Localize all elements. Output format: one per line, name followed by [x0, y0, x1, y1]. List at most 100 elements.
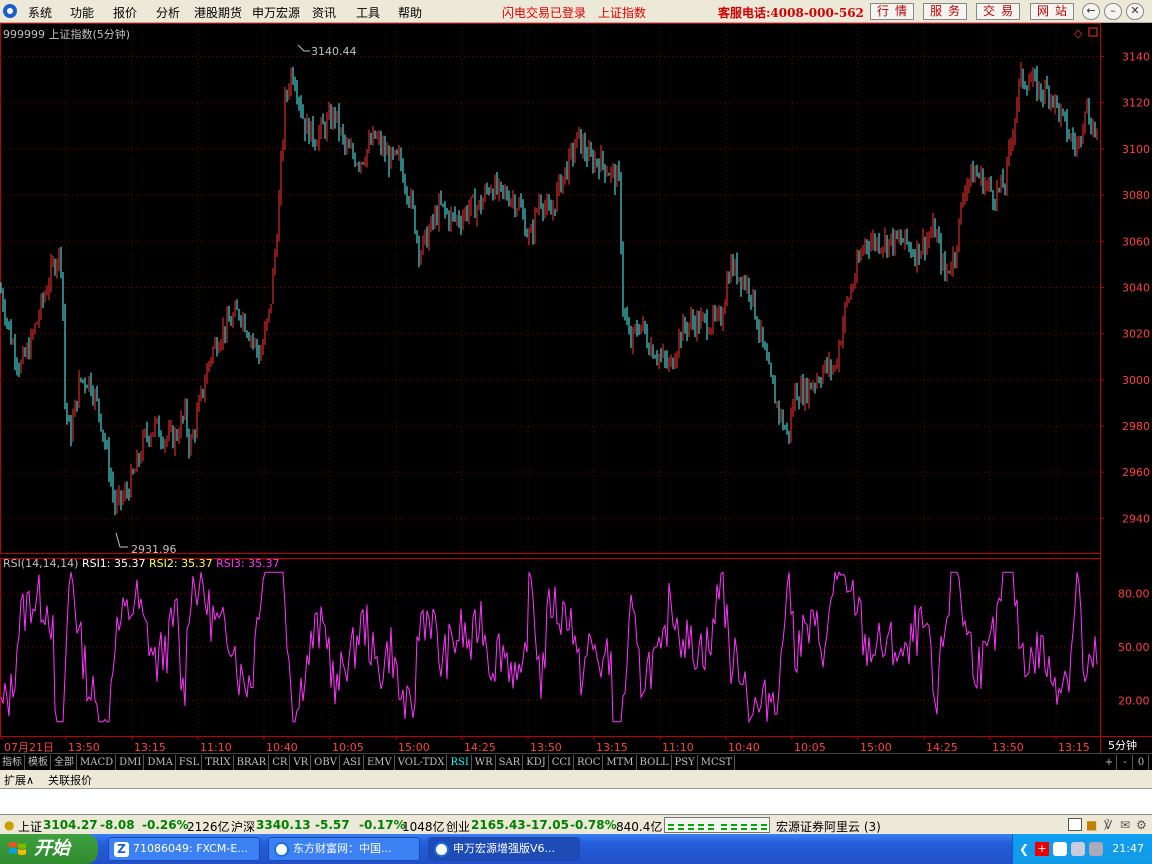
- rsi-tick-label: 50.00: [1118, 641, 1150, 654]
- menu-help[interactable]: 帮助: [398, 4, 422, 21]
- time-label: 14:25: [464, 741, 496, 753]
- kline-chart[interactable]: 3140 3120 3100 3080 3060 3040 3020 3000 2980 2960…: [0, 23, 1152, 753]
- tab-fsl[interactable]: FSL: [177, 755, 203, 770]
- task-label: 申万宏源增强版V6...: [453, 842, 556, 855]
- tray-security-icon[interactable]: +: [1035, 842, 1049, 856]
- tab-cr[interactable]: CR: [270, 755, 291, 770]
- task-fxcm[interactable]: Z 71086049: FXCM-E...: [108, 837, 260, 861]
- tab-macd[interactable]: MACD: [78, 755, 117, 770]
- tab-指标[interactable]: 指标: [0, 755, 25, 770]
- tab-emv[interactable]: EMV: [365, 755, 395, 770]
- tab-rsi[interactable]: RSI: [448, 755, 472, 770]
- tab-全部[interactable]: 全部: [52, 755, 77, 770]
- max-price-label: 3140.44: [311, 45, 357, 58]
- tab-sar[interactable]: SAR: [497, 755, 524, 770]
- back-icon[interactable]: ←: [1082, 3, 1100, 20]
- quote-button[interactable]: 行情: [870, 3, 914, 20]
- clock[interactable]: 21:47: [1112, 842, 1144, 855]
- rsi-header: RSI(14,14,14) RSI1: 35.37 RSI2: 35.37 RS…: [3, 557, 280, 570]
- time-label: 10:40: [266, 741, 298, 753]
- price-tick-label: 3120: [1122, 97, 1150, 110]
- settings-icon[interactable]: ⚙: [1136, 818, 1147, 832]
- tab-psy[interactable]: PSY: [673, 755, 698, 770]
- tab-brar[interactable]: BRAR: [235, 755, 270, 770]
- tab-control-0[interactable]: +: [1102, 755, 1117, 770]
- menu-tools[interactable]: 工具: [356, 4, 380, 21]
- tab-vr[interactable]: VR: [291, 755, 312, 770]
- price-tick-label: 3100: [1122, 143, 1150, 156]
- tab-kdj[interactable]: KDJ: [524, 755, 549, 770]
- tab-roc[interactable]: ROC: [575, 755, 604, 770]
- sh-value: 3104.27: [43, 818, 98, 832]
- chart-area[interactable]: 3140 3120 3100 3080 3060 3040 3020 3000 2980 2960…: [0, 23, 1152, 753]
- expand-tab[interactable]: 扩展∧: [4, 772, 34, 788]
- sh-amount: 2126亿: [187, 820, 230, 834]
- tab-mcst[interactable]: MCST: [699, 755, 736, 770]
- tab-trix[interactable]: TRIX: [203, 755, 234, 770]
- menu-quote[interactable]: 报价: [113, 4, 137, 21]
- tab-vol-tdx[interactable]: VOL-TDX: [396, 755, 448, 770]
- time-label: 10:40: [728, 741, 760, 753]
- tray-volume-icon[interactable]: [1089, 842, 1103, 856]
- menu-info[interactable]: 资讯: [312, 4, 336, 21]
- tab-boll[interactable]: BOLL: [638, 755, 672, 770]
- tab-模板[interactable]: 模板: [26, 755, 51, 770]
- tab-control-2[interactable]: 0: [1134, 755, 1149, 770]
- rsi1-value: RSI1: 35.37: [81, 557, 146, 570]
- signal-icon: ℣: [1104, 818, 1113, 832]
- cy-change: -17.05: [526, 818, 569, 832]
- task-eastmoney[interactable]: 东方财富网：中国...: [268, 837, 420, 861]
- task-label: 东方财富网：中国...: [293, 842, 392, 855]
- tab-mtm[interactable]: MTM: [604, 755, 637, 770]
- diamond-icon: ◇: [1074, 27, 1083, 40]
- menu-hk-futures[interactable]: 港股期货: [194, 4, 242, 21]
- login-status: 闪电交易已登录: [502, 6, 587, 20]
- windows-logo-icon: [9, 842, 26, 855]
- sh-pct: -0.26%: [142, 818, 189, 832]
- menu-system[interactable]: 系统: [28, 4, 52, 21]
- menu-analysis[interactable]: 分析: [156, 4, 180, 21]
- tab-cci[interactable]: CCI: [550, 755, 574, 770]
- related-quote-tab[interactable]: 关联报价: [48, 772, 92, 788]
- price-tick-label: 3000: [1122, 374, 1150, 387]
- time-label: 15:00: [398, 741, 430, 753]
- tab-dmi[interactable]: DMI: [117, 755, 145, 770]
- price-tick-label: 3060: [1122, 235, 1150, 248]
- tab-obv[interactable]: OBV: [312, 755, 340, 770]
- menu-swhy[interactable]: 申万宏源: [252, 4, 300, 21]
- time-label: 10:05: [332, 741, 364, 753]
- candles: [0, 62, 1098, 516]
- service-button[interactable]: 服务: [923, 3, 967, 20]
- start-button[interactable]: 开始: [0, 834, 98, 864]
- layout-icon[interactable]: [1068, 818, 1082, 831]
- tray-shield-icon[interactable]: [1053, 842, 1067, 856]
- trade-button[interactable]: 交易: [976, 3, 1020, 20]
- hotline: 客服电话:4008-000-562: [718, 6, 864, 20]
- website-button[interactable]: 网站: [1030, 3, 1074, 20]
- windows-taskbar: 开始 Z 71086049: FXCM-E... 东方财富网：中国... 申万宏…: [0, 834, 1152, 864]
- time-label: 14:25: [926, 741, 958, 753]
- message-icon[interactable]: ✉: [1120, 818, 1130, 832]
- tab-wr[interactable]: WR: [473, 755, 496, 770]
- tab-asi[interactable]: ASI: [341, 755, 364, 770]
- time-label: 13:15: [1058, 741, 1090, 753]
- task-swhy[interactable]: 申万宏源增强版V6...: [428, 837, 580, 861]
- min-price-label: 2931.96: [131, 543, 177, 556]
- rsi3-value: RSI3: 35.37: [216, 557, 280, 570]
- hs-value: 3340.13: [256, 818, 311, 832]
- tray-chevron-icon[interactable]: ❮: [1019, 842, 1029, 856]
- info-panel: [0, 788, 1152, 814]
- tab-control-1[interactable]: -: [1118, 755, 1133, 770]
- price-tick-label: 2960: [1122, 466, 1150, 479]
- menu-function[interactable]: 功能: [70, 4, 94, 21]
- minimize-icon[interactable]: –: [1104, 3, 1122, 20]
- lock-icon[interactable]: ■: [1086, 818, 1097, 832]
- period-label[interactable]: 5分钟: [1108, 737, 1137, 753]
- server-name[interactable]: 宏源证券阿里云 (3): [776, 818, 881, 835]
- tray-network-icon[interactable]: [1071, 842, 1085, 856]
- tab-dma[interactable]: DMA: [145, 755, 176, 770]
- close-icon[interactable]: ✕: [1126, 3, 1144, 20]
- browser-icon: [274, 842, 289, 857]
- price-tick-label: 2980: [1122, 420, 1150, 433]
- time-label: 13:15: [134, 741, 166, 753]
